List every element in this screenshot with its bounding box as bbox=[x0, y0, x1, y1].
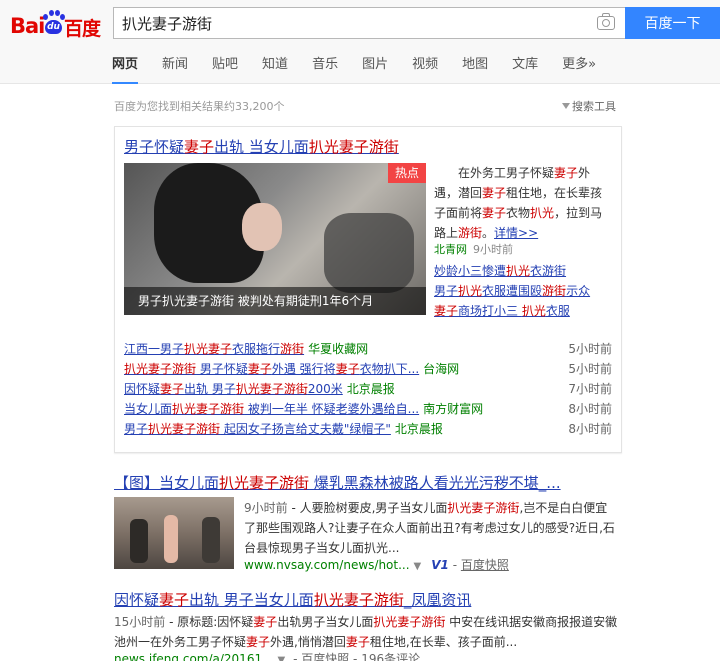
search-button[interactable]: 百度一下 bbox=[625, 7, 720, 39]
news-list-item: 扒光妻子游街 男子怀疑妻子外遇 强行将妻子衣物扒下... 台海网 5小时前 bbox=[124, 359, 612, 379]
news-list-link[interactable]: 因怀疑妻子出轨 男子扒光妻子游街200米 bbox=[124, 382, 343, 396]
news-source: 南方财富网 bbox=[423, 402, 484, 416]
news-time: 5小时前 bbox=[568, 362, 612, 376]
tab-web[interactable]: 网页 bbox=[112, 50, 139, 84]
news-source: 北京晨报 bbox=[346, 382, 395, 396]
news-source: 台海网 bbox=[423, 362, 460, 376]
related-link[interactable]: 男子扒光衣服遭围殴游街示众 bbox=[434, 284, 590, 298]
news-image[interactable]: 热点 男子扒光妻子游街 被判处有期徒刑1年6个月 bbox=[124, 163, 426, 315]
tab-map[interactable]: 地图 bbox=[462, 50, 488, 84]
news-list-link[interactable]: 扒光妻子游街 男子怀疑妻子外遇 强行将妻子衣物扒下... bbox=[124, 362, 419, 376]
news-time: 7小时前 bbox=[568, 382, 612, 396]
search-tools-label: 搜索工具 bbox=[572, 100, 616, 113]
snapshot-link[interactable]: 百度快照 bbox=[461, 558, 509, 572]
news-list: 江西一男子扒光妻子衣服拖行游街 华夏收藏网 5小时前 扒光妻子游街 男子怀疑妻子外遇… bbox=[124, 339, 612, 439]
lead-source: 北青网 9小时前 bbox=[434, 243, 513, 256]
snapshot-link[interactable]: 百度快照 bbox=[301, 652, 349, 661]
hot-badge: 热点 bbox=[388, 163, 426, 183]
tab-video[interactable]: 视频 bbox=[412, 50, 438, 84]
logo-du: du bbox=[45, 20, 62, 34]
result-abstract: 9小时前 - 人要脸树要皮,男子当女儿面扒光妻子游街,岂不是白白便宜了那些围观路… bbox=[244, 501, 615, 555]
tab-news[interactable]: 新闻 bbox=[162, 50, 188, 84]
result-title[interactable]: 【图】当女儿面扒光妻子游街 爆乳黑森林被路人看光光污秽不堪_... bbox=[114, 472, 561, 493]
result-abstract: 15小时前 - 原标题:因怀疑妻子出轨男子当女儿面扒光妻子游街 中安在线讯据安徽… bbox=[114, 615, 618, 649]
news-time: 5小时前 bbox=[568, 342, 612, 356]
news-list-item: 江西一男子扒光妻子衣服拖行游街 华夏收藏网 5小时前 bbox=[124, 339, 612, 359]
logo-bai: Bai bbox=[10, 14, 45, 38]
news-list-link[interactable]: 江西一男子扒光妻子衣服拖行游街 bbox=[124, 342, 304, 356]
result-thumbnail[interactable] bbox=[114, 497, 234, 569]
tab-music[interactable]: 音乐 bbox=[312, 50, 338, 84]
news-lead: 在外务工男子怀疑妻子外遇，潜回妻子租住地，在长辈孩子面前将妻子衣物扒光，拉到马路… bbox=[434, 166, 603, 240]
news-list-item: 当女儿面扒光妻子游街 被判一年半 怀疑老婆外遇给自... 南方财富网 8小时前 bbox=[124, 399, 612, 419]
news-card-title[interactable]: 男子怀疑妻子出轨 当女儿面扒光妻子游街 bbox=[124, 136, 399, 157]
v1-badge[interactable]: V1 bbox=[431, 558, 449, 572]
related-link[interactable]: 妙龄小三惨遭扒光衣游街 bbox=[434, 264, 566, 278]
dropdown-caret-icon[interactable]: ▼ bbox=[278, 655, 286, 661]
search-tools-button[interactable]: 搜索工具 bbox=[562, 98, 616, 114]
news-time: 8小时前 bbox=[568, 402, 612, 416]
tab-images[interactable]: 图片 bbox=[362, 50, 388, 84]
news-list-item: 因怀疑妻子出轨 男子扒光妻子游街200米 北京晨报 7小时前 bbox=[124, 379, 612, 399]
search-box bbox=[113, 7, 625, 39]
search-input[interactable] bbox=[114, 8, 584, 38]
comment-count[interactable]: 196条评论 bbox=[361, 652, 420, 661]
result-url: www.nvsay.com/news/hot... ▼ V1 - 百度快照 bbox=[244, 558, 509, 572]
tab-wenku[interactable]: 文库 bbox=[512, 50, 538, 84]
paw-icon: du bbox=[41, 9, 65, 35]
header: Bai du 百度 百度一下 网页 新闻 贴吧 知道 音乐 图片 视频 地图 文… bbox=[0, 0, 720, 84]
related-link[interactable]: 妻子商场打小三 扒光衣服 bbox=[434, 304, 570, 318]
detail-link[interactable]: 详情>> bbox=[494, 226, 538, 240]
tab-zhidao[interactable]: 知道 bbox=[262, 50, 288, 84]
news-list-item: 男子扒光妻子游街 起因女子扬言给丈夫戴"绿帽子" 北京晨报 8小时前 bbox=[124, 419, 612, 439]
result-title[interactable]: 因怀疑妻子出轨 男子当女儿面扒光妻子游街_凤凰资讯 bbox=[114, 589, 471, 610]
news-source: 北京晨报 bbox=[394, 422, 443, 436]
tab-more[interactable]: 更多» bbox=[562, 50, 596, 84]
news-list-link[interactable]: 男子扒光妻子游街 起因女子扬言给丈夫戴"绿帽子" bbox=[124, 422, 391, 436]
camera-icon[interactable] bbox=[597, 13, 615, 30]
news-source: 华夏收藏网 bbox=[308, 342, 369, 356]
image-caption: 男子扒光妻子游街 被判处有期徒刑1年6个月 bbox=[124, 287, 426, 315]
logo-chinese: 百度 bbox=[64, 18, 101, 40]
news-list-link[interactable]: 当女儿面扒光妻子游街 被判一年半 怀疑老婆外遇给自... bbox=[124, 402, 419, 416]
result-count: 百度为您找到相关结果约33,200个 bbox=[114, 100, 285, 113]
result-url: news.ifeng.com/a/20161... ▼ - 百度快照 - 196条… bbox=[114, 650, 420, 661]
dropdown-caret-icon[interactable]: ▼ bbox=[414, 561, 422, 572]
related-links: 妙龄小三惨遭扒光衣游街 男子扒光衣服遭围殴游街示众 妻子商场打小三 扒光衣服 bbox=[434, 261, 590, 321]
baidu-logo[interactable]: Bai du 百度 bbox=[8, 5, 108, 40]
news-time: 8小时前 bbox=[568, 422, 612, 436]
news-card: 男子怀疑妻子出轨 当女儿面扒光妻子游街 热点 男子扒光妻子游街 被判处有期徒刑1… bbox=[114, 126, 622, 453]
nav-tabs: 网页 新闻 贴吧 知道 音乐 图片 视频 地图 文库 更多» bbox=[112, 50, 620, 84]
tab-tieba[interactable]: 贴吧 bbox=[212, 50, 238, 84]
funnel-icon bbox=[562, 103, 570, 109]
